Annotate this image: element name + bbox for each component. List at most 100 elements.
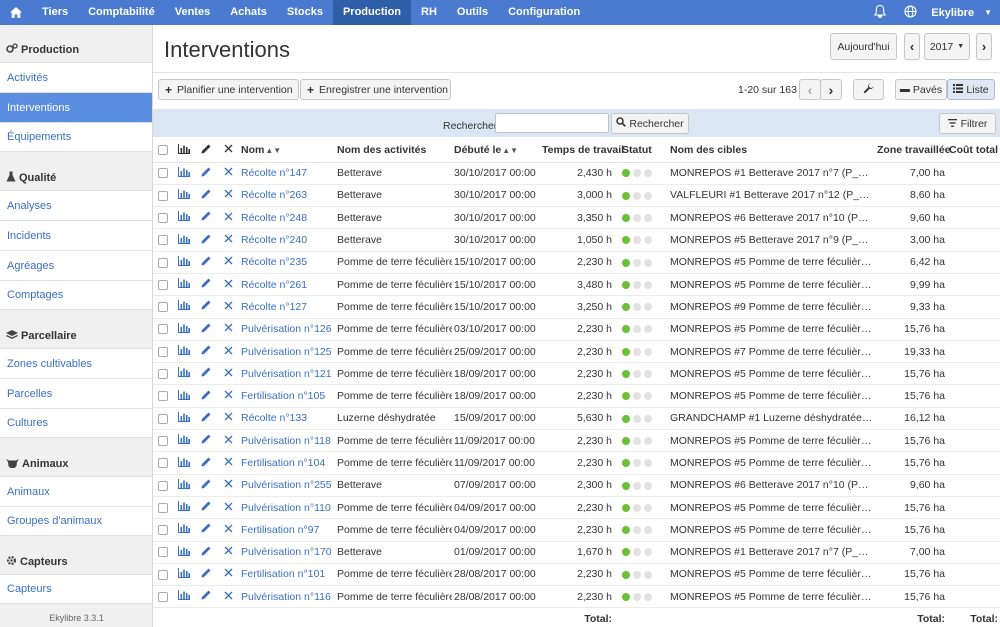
sidebar-item-4-1[interactable]: Animaux xyxy=(0,476,152,506)
table-row[interactable]: Fertilisation n°97 Pomme de terre féculiè… xyxy=(153,518,1000,542)
globe-icon[interactable] xyxy=(895,4,925,21)
close-icon[interactable] xyxy=(217,295,239,319)
row-checkbox[interactable] xyxy=(158,480,168,491)
chart-icon[interactable] xyxy=(173,184,195,208)
next-year-button[interactable]: › xyxy=(976,33,992,60)
nav-item-9[interactable]: Configuration xyxy=(498,0,590,25)
filter-button[interactable]: Filtrer xyxy=(939,113,996,134)
chart-icon[interactable] xyxy=(173,585,195,609)
row-checkbox[interactable] xyxy=(158,391,168,402)
nav-item-6[interactable]: Production xyxy=(332,0,412,25)
table-row[interactable]: Récolte n°261 Pomme de terre féculière 15/… xyxy=(153,273,1000,297)
row-checkbox[interactable] xyxy=(158,525,168,536)
sidebar-item-1-2[interactable]: Interventions xyxy=(0,92,152,122)
close-icon[interactable] xyxy=(217,585,239,609)
table-row[interactable]: Récolte n°248 Betterave 30/10/2017 00:00 3,… xyxy=(153,206,1000,230)
home-icon[interactable] xyxy=(0,0,32,25)
close-icon[interactable] xyxy=(217,496,239,520)
table-row[interactable]: Pulvérisation n°118 Pomme de terre féculi… xyxy=(153,429,1000,453)
nav-item-5[interactable]: Stocks xyxy=(277,0,333,25)
sidebar-item-2-3[interactable]: Agréages xyxy=(0,250,152,280)
pencil-icon[interactable] xyxy=(195,541,217,564)
chart-icon[interactable] xyxy=(173,318,195,341)
row-checkbox[interactable] xyxy=(158,502,168,513)
chart-icon[interactable] xyxy=(173,162,195,185)
column-area[interactable]: Zone travaillée xyxy=(875,139,951,163)
row-checkbox[interactable] xyxy=(158,435,168,446)
year-select[interactable]: 2017 ▼ xyxy=(924,33,970,60)
row-checkbox[interactable] xyxy=(158,235,168,246)
pencil-icon[interactable] xyxy=(195,206,217,230)
chart-icon[interactable] xyxy=(173,496,195,520)
intervention-name-link[interactable]: Récolte n°133 xyxy=(239,407,335,431)
chart-icon[interactable] xyxy=(173,295,195,319)
close-icon[interactable] xyxy=(217,318,239,341)
intervention-name-link[interactable]: Pulvérisation n°125 xyxy=(239,340,335,364)
close-icon[interactable] xyxy=(217,362,239,386)
record-intervention-button[interactable]: + Enregistrer une intervention xyxy=(300,79,451,100)
intervention-name-link[interactable]: Pulvérisation n°116 xyxy=(239,585,335,609)
table-row[interactable]: Pulvérisation n°170 Betterave 01/09/2017 0… xyxy=(153,541,1000,564)
intervention-name-link[interactable]: Pulvérisation n°126 xyxy=(239,318,335,341)
intervention-name-link[interactable]: Pulvérisation n°121 xyxy=(239,362,335,386)
plan-intervention-button[interactable]: + Planifier une intervention xyxy=(158,79,299,100)
pencil-icon[interactable] xyxy=(195,340,217,364)
nav-item-8[interactable]: Outils xyxy=(447,0,498,25)
sidebar-item-3-3[interactable]: Cultures xyxy=(0,408,152,438)
pencil-icon[interactable] xyxy=(195,429,217,453)
close-icon[interactable] xyxy=(217,162,239,185)
user-menu[interactable]: Ekylibre xyxy=(925,7,984,19)
view-tiles-button[interactable]: ▬ Pavés xyxy=(895,79,947,100)
sidebar-item-1-1[interactable]: Activités xyxy=(0,62,152,92)
intervention-name-link[interactable]: Pulvérisation n°255 xyxy=(239,474,335,497)
table-row[interactable]: Pulvérisation n°121 Pomme de terre féculi… xyxy=(153,362,1000,386)
nav-item-7[interactable]: RH xyxy=(411,0,447,25)
column-status[interactable]: Statut xyxy=(620,139,668,163)
intervention-name-link[interactable]: Récolte n°127 xyxy=(239,295,335,319)
chart-icon[interactable] xyxy=(173,474,195,497)
bell-icon[interactable] xyxy=(865,4,895,21)
chart-icon[interactable] xyxy=(173,340,195,364)
intervention-name-link[interactable]: Pulvérisation n°170 xyxy=(239,541,335,564)
pencil-icon[interactable] xyxy=(195,451,217,475)
table-row[interactable]: Récolte n°127 Pomme de terre féculière 15/… xyxy=(153,295,1000,319)
row-checkbox[interactable] xyxy=(158,257,168,268)
nav-item-4[interactable]: Achats xyxy=(220,0,277,25)
row-checkbox[interactable] xyxy=(158,458,168,469)
pencil-icon[interactable] xyxy=(195,228,217,252)
chart-icon[interactable] xyxy=(173,228,195,252)
next-page-button[interactable]: › xyxy=(820,79,842,100)
intervention-name-link[interactable]: Fertilisation n°104 xyxy=(239,451,335,475)
row-checkbox[interactable] xyxy=(158,212,168,223)
table-row[interactable]: Pulvérisation n°126 Pomme de terre féculi… xyxy=(153,318,1000,341)
intervention-name-link[interactable]: Fertilisation n°105 xyxy=(239,384,335,408)
sidebar-item-4-2[interactable]: Groupes d'animaux xyxy=(0,506,152,536)
column-targets[interactable]: Nom des cibles xyxy=(668,139,875,163)
pencil-icon[interactable] xyxy=(195,318,217,341)
row-checkbox[interactable] xyxy=(158,190,168,201)
chart-icon[interactable] xyxy=(173,541,195,564)
view-list-button[interactable]: Liste xyxy=(947,79,995,100)
chart-icon[interactable] xyxy=(173,384,195,408)
chart-icon[interactable] xyxy=(173,273,195,297)
prev-page-button[interactable]: ‹ xyxy=(799,79,821,100)
column-name[interactable]: Nom▲▼ xyxy=(239,139,335,163)
chart-icon[interactable] xyxy=(173,518,195,542)
intervention-name-link[interactable]: Récolte n°263 xyxy=(239,184,335,208)
intervention-name-link[interactable]: Récolte n°248 xyxy=(239,206,335,230)
row-checkbox[interactable] xyxy=(158,413,168,424)
pencil-icon[interactable] xyxy=(195,362,217,386)
pencil-icon[interactable] xyxy=(195,563,217,587)
table-row[interactable]: Pulvérisation n°255 Betterave 07/09/2017 0… xyxy=(153,474,1000,497)
column-cost[interactable]: Coût total xyxy=(947,139,1000,163)
chart-icon[interactable] xyxy=(173,451,195,475)
row-checkbox[interactable] xyxy=(158,324,168,335)
chart-icon[interactable] xyxy=(173,407,195,431)
pencil-icon[interactable] xyxy=(195,496,217,520)
column-duration[interactable]: Temps de travail xyxy=(540,139,624,163)
row-checkbox[interactable] xyxy=(158,592,168,602)
table-row[interactable]: Récolte n°235 Pomme de terre féculière 15/… xyxy=(153,251,1000,274)
row-checkbox[interactable] xyxy=(158,547,168,558)
intervention-name-link[interactable]: Pulvérisation n°118 xyxy=(239,429,335,453)
caret-down-icon[interactable]: ▼ xyxy=(984,8,992,17)
